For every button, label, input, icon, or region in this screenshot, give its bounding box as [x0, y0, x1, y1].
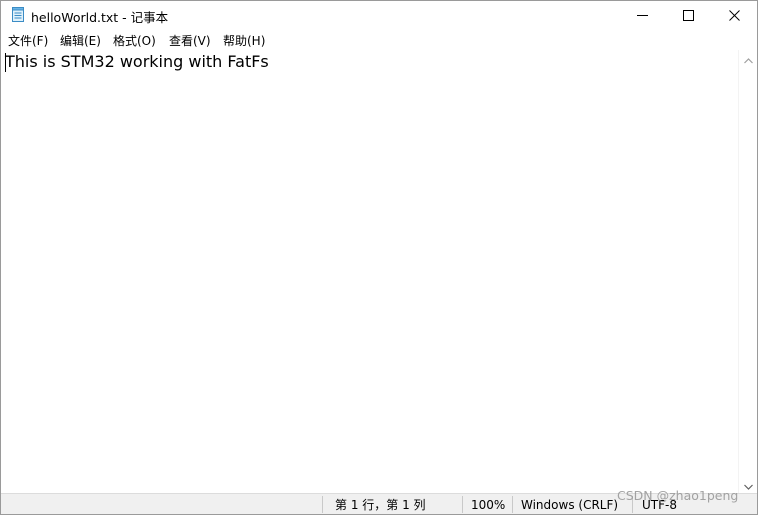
menu-edit[interactable]: 编辑(E): [60, 32, 101, 49]
notepad-window: helloWorld.txt - 记事本 文件(F) 编辑(E) 格式(O) 查…: [0, 0, 758, 515]
menu-file[interactable]: 文件(F): [8, 32, 48, 49]
csdn-watermark: CSDN @zhao1peng: [617, 488, 739, 503]
status-divider: [322, 496, 323, 513]
close-button[interactable]: [711, 1, 757, 29]
minimize-icon: [636, 6, 648, 25]
menu-bar: 文件(F) 编辑(E) 格式(O) 查看(V) 帮助(H): [1, 30, 757, 51]
vertical-scrollbar[interactable]: [738, 50, 757, 493]
cursor-position: 第 1 行，第 1 列: [335, 498, 426, 512]
scroll-down-button[interactable]: [739, 476, 757, 493]
text-caret: [5, 53, 6, 72]
scroll-up-button[interactable]: [739, 50, 757, 67]
line-ending: Windows (CRLF): [521, 497, 619, 512]
status-divider: [512, 496, 513, 513]
chevron-up-icon: [743, 49, 753, 68]
maximize-button[interactable]: [665, 1, 711, 29]
minimize-button[interactable]: [619, 1, 665, 29]
menu-view[interactable]: 查看(V): [169, 32, 211, 49]
menu-help[interactable]: 帮助(H): [223, 32, 265, 49]
text-editor[interactable]: This is STM32 working with FatFs: [1, 50, 738, 493]
close-icon: [728, 6, 740, 25]
status-divider: [462, 496, 463, 513]
maximize-icon: [682, 6, 694, 25]
title-bar[interactable]: helloWorld.txt - 记事本: [1, 1, 757, 29]
chevron-down-icon: [743, 475, 753, 494]
menu-format[interactable]: 格式(O): [113, 32, 156, 49]
editor-content[interactable]: This is STM32 working with FatFs: [5, 52, 269, 71]
notepad-icon: [12, 7, 25, 22]
window-title: helloWorld.txt - 记事本: [31, 10, 169, 25]
zoom-level: 100%: [471, 497, 506, 512]
